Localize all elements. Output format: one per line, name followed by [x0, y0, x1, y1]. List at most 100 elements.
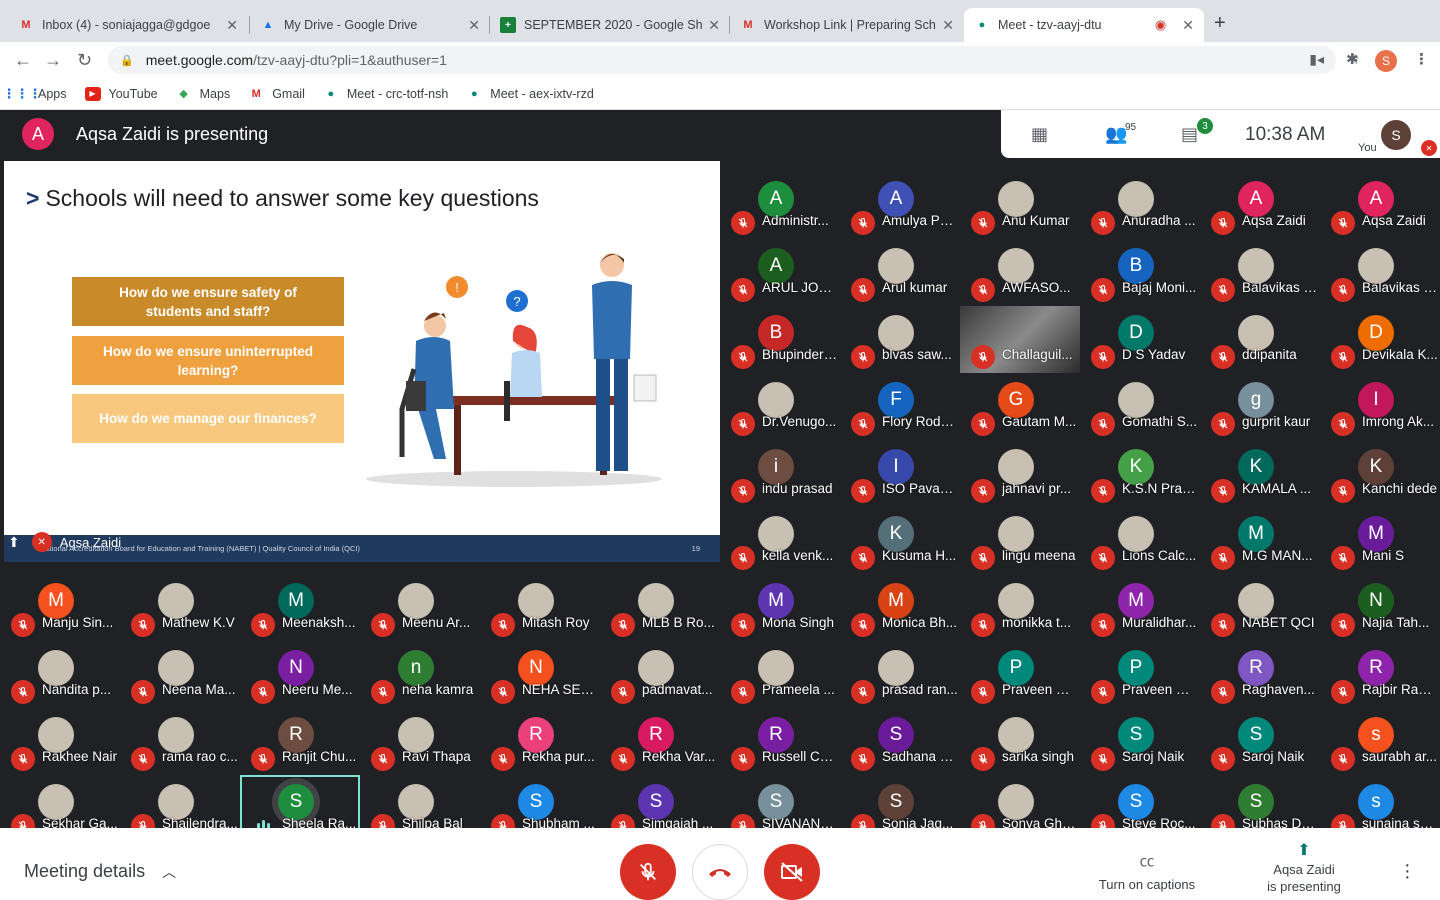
participant-tile[interactable]: Balavikas I...: [1320, 239, 1440, 306]
participant-tile[interactable]: Rakhee Nair: [0, 708, 120, 775]
participant-tile[interactable]: I ISO Pavan ...: [840, 440, 960, 507]
address-bar[interactable]: 🔒 meet.google.com/tzv-aayj-dtu?pli=1&aut…: [108, 46, 1360, 74]
close-tab-icon[interactable]: ✕: [468, 17, 480, 34]
participant-tile[interactable]: Balavikas I...: [1200, 239, 1320, 306]
participant-tile[interactable]: A Administr...: [720, 172, 840, 239]
participant-tile[interactable]: Mathew K.V: [120, 574, 240, 641]
captions-button[interactable]: ㏄ Turn on captions: [1094, 850, 1200, 892]
bookmark-gmail[interactable]: M Gmail: [248, 87, 305, 101]
participant-tile[interactable]: Neena Ma...: [120, 641, 240, 708]
participant-tile[interactable]: A Aqsa Zaidi: [1320, 172, 1440, 239]
participant-tile[interactable]: R Rekha pur...: [480, 708, 600, 775]
chat-icon[interactable]: ▤: [1181, 124, 1198, 145]
participant-tile[interactable]: Nandita p...: [0, 641, 120, 708]
bookmark-youtube[interactable]: ▶ YouTube: [84, 86, 158, 101]
participant-tile[interactable]: M Manju Sin...: [0, 574, 120, 641]
participant-tile[interactable]: R Raghaven...: [1200, 641, 1320, 708]
participant-tile[interactable]: S Sadhana S...: [840, 708, 960, 775]
participant-tile[interactable]: B Bajaj Moni...: [1080, 239, 1200, 306]
participant-tile[interactable]: K Kanchi dede: [1320, 440, 1440, 507]
participant-tile[interactable]: Anuradha ...: [1080, 172, 1200, 239]
participant-tile[interactable]: ddipanita: [1200, 306, 1320, 373]
leave-call-button[interactable]: [692, 844, 748, 900]
participant-tile[interactable]: M Muralidhar...: [1080, 574, 1200, 641]
participant-tile[interactable]: Arul kumar: [840, 239, 960, 306]
bookmark-meet-2[interactable]: ● Meet - aex-ixtv-rzd: [466, 87, 594, 101]
camera-permission-icon[interactable]: ▮◂: [1309, 51, 1324, 68]
participant-tile[interactable]: MLB B Ro...: [600, 574, 720, 641]
close-tab-icon[interactable]: ✕: [708, 17, 720, 34]
participant-tile[interactable]: Mitash Roy: [480, 574, 600, 641]
participant-tile[interactable]: P Praveen M...: [1080, 641, 1200, 708]
participant-tile[interactable]: A ARUL JOS...: [720, 239, 840, 306]
participant-tile[interactable]: I Imrong Ak...: [1320, 373, 1440, 440]
participant-tile[interactable]: M Mona Singh: [720, 574, 840, 641]
participant-tile[interactable]: N NEHA SEH...: [480, 641, 600, 708]
meeting-details-button[interactable]: Meeting details ︿: [24, 861, 176, 882]
more-options-icon[interactable]: · · ·: [1404, 855, 1411, 887]
tab-google-drive[interactable]: ▲ My Drive - Google Drive ✕: [250, 8, 490, 42]
participant-tile[interactable]: blvas saw...: [840, 306, 960, 373]
participant-tile[interactable]: NABET QCI: [1200, 574, 1320, 641]
participant-tile[interactable]: Prameela ...: [720, 641, 840, 708]
participant-tile[interactable]: S Saroj Naik: [1200, 708, 1320, 775]
reload-icon[interactable]: ↻: [77, 50, 92, 71]
close-tab-icon[interactable]: ✕: [226, 17, 238, 34]
extensions-icon[interactable]: ✱: [1346, 50, 1359, 68]
participant-tile[interactable]: P Praveen M...: [960, 641, 1080, 708]
participant-tile[interactable]: K KAMALA ...: [1200, 440, 1320, 507]
participant-tile[interactable]: M Meenaksh...: [240, 574, 360, 641]
tile-layout-icon[interactable]: ▦: [1031, 124, 1048, 145]
participant-tile[interactable]: R Rekha Var...: [600, 708, 720, 775]
participant-tile[interactable]: padmavat...: [600, 641, 720, 708]
bookmark-apps[interactable]: ⋮⋮⋮ Apps: [3, 86, 67, 101]
participant-tile[interactable]: kella venk...: [720, 507, 840, 574]
presentation-button[interactable]: ⬆ Aqsa Zaidi is presenting: [1258, 842, 1350, 895]
participant-tile[interactable]: F Flory Rodri...: [840, 373, 960, 440]
close-tab-icon[interactable]: ✕: [1182, 17, 1194, 34]
participant-tile[interactable]: B Bhupinder ...: [720, 306, 840, 373]
new-tab-button[interactable]: +: [1214, 12, 1226, 35]
participant-tile[interactable]: K Kusuma H...: [840, 507, 960, 574]
back-arrow-icon[interactable]: ←: [14, 50, 32, 71]
participant-tile[interactable]: Meenu Ar...: [360, 574, 480, 641]
self-avatar[interactable]: S: [1381, 120, 1411, 150]
participant-tile[interactable]: M Mani S: [1320, 507, 1440, 574]
participant-tile[interactable]: sarika singh: [960, 708, 1080, 775]
close-tab-icon[interactable]: ✕: [942, 17, 954, 34]
participant-tile[interactable]: R Ranjit Chu...: [240, 708, 360, 775]
participant-tile[interactable]: Ravi Thapa: [360, 708, 480, 775]
participant-tile[interactable]: R Russell Co...: [720, 708, 840, 775]
tab-google-sheets[interactable]: + SEPTEMBER 2020 - Google Sh ✕: [490, 8, 730, 42]
tab-meet[interactable]: ● Meet - tzv-aayj-dtu ◉ ✕: [964, 8, 1204, 42]
camera-toggle-button[interactable]: [764, 844, 820, 900]
participant-tile[interactable]: monikka t...: [960, 574, 1080, 641]
participant-tile[interactable]: N Najia Tah...: [1320, 574, 1440, 641]
participant-tile[interactable]: prasad ran...: [840, 641, 960, 708]
browser-menu-icon[interactable]: ⋮: [1414, 50, 1429, 68]
participant-tile[interactable]: Challaguil...: [960, 306, 1080, 373]
participant-tile[interactable]: S Saroj Naik: [1080, 708, 1200, 775]
participant-tile[interactable]: Dr.Venugo...: [720, 373, 840, 440]
participant-tile[interactable]: rama rao c...: [120, 708, 240, 775]
bookmark-meet-1[interactable]: ● Meet - crc-totf-nsh: [323, 87, 449, 101]
participant-tile[interactable]: DD S Yadav: [1080, 306, 1200, 373]
participant-tile[interactable]: i indu prasad: [720, 440, 840, 507]
participant-tile[interactable]: lingu meena: [960, 507, 1080, 574]
participant-tile[interactable]: A Aqsa Zaidi: [1200, 172, 1320, 239]
participant-tile[interactable]: R Rajbir Raw...: [1320, 641, 1440, 708]
participant-tile[interactable]: M Monica Bh...: [840, 574, 960, 641]
participant-tile[interactable]: Anu Kumar: [960, 172, 1080, 239]
participant-tile[interactable]: jahnavi pr...: [960, 440, 1080, 507]
participant-tile[interactable]: A Amulya Pa...: [840, 172, 960, 239]
profile-avatar[interactable]: S: [1375, 50, 1397, 72]
bookmark-maps[interactable]: ◆ Maps: [176, 87, 230, 101]
participant-tile[interactable]: Lions Calc...: [1080, 507, 1200, 574]
mic-toggle-button[interactable]: [620, 844, 676, 900]
participant-tile[interactable]: s saurabh ar...: [1320, 708, 1440, 775]
participant-tile[interactable]: N Neeru Me...: [240, 641, 360, 708]
forward-arrow-icon[interactable]: →: [44, 50, 62, 71]
participant-tile[interactable]: D Devikala K...: [1320, 306, 1440, 373]
participant-tile[interactable]: n neha kamra: [360, 641, 480, 708]
participant-tile[interactable]: AWFASO...: [960, 239, 1080, 306]
